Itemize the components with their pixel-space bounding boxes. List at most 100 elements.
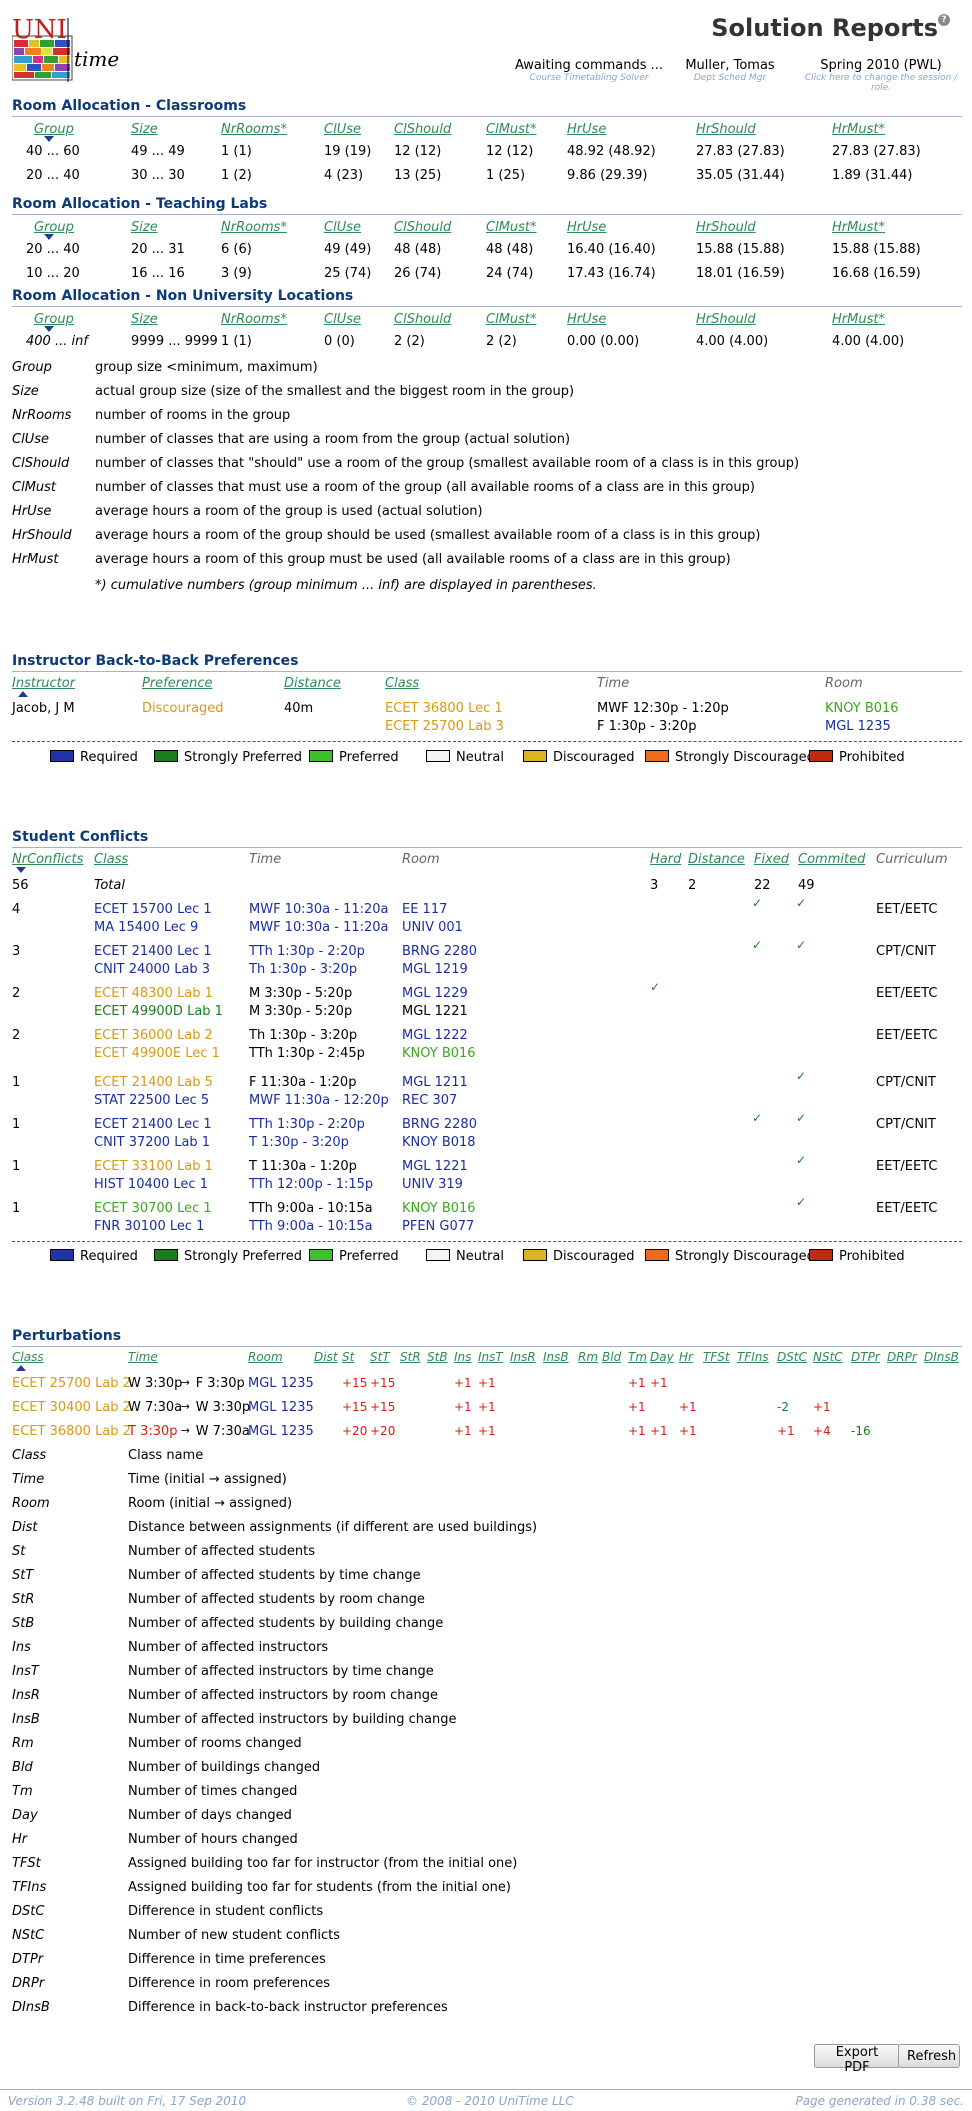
- column-header-size[interactable]: Size: [131, 122, 158, 137]
- column-header-class[interactable]: Class: [385, 676, 419, 691]
- column-header-hrshould[interactable]: HrShould: [696, 122, 756, 137]
- class-link[interactable]: ECET 30400 Lab 2: [12, 1400, 131, 1415]
- class-link[interactable]: ECET 49900D Lab 1: [94, 1004, 223, 1019]
- column-header-clmust[interactable]: ClMust*: [486, 122, 537, 137]
- class-link[interactable]: ECET 15700 Lec 1: [94, 902, 212, 917]
- class-link[interactable]: ECET 48300 Lab 1: [94, 986, 213, 1001]
- legend-description: Number of days changed: [128, 1808, 292, 1823]
- curriculum-value: CPT/CNIT: [876, 944, 936, 959]
- room-allocation-cell: 15.88 (15.88): [832, 242, 921, 257]
- class-link[interactable]: ECET 36800 Lab 2: [12, 1424, 131, 1439]
- column-header-fixed[interactable]: Fixed: [754, 852, 789, 867]
- column-header-size[interactable]: Size: [131, 220, 158, 235]
- column-header-hrshould[interactable]: HrShould: [696, 312, 756, 327]
- user-info[interactable]: Muller, Tomas Dept Sched Mgr: [680, 58, 780, 83]
- column-header-hrmust[interactable]: HrMust*: [832, 312, 885, 327]
- column-header-nrrooms[interactable]: NrRooms*: [221, 220, 287, 235]
- column-header-group[interactable]: Group: [34, 312, 74, 327]
- column-header-time[interactable]: Time: [128, 1350, 158, 1364]
- unitime-logo[interactable]: UNI time: [12, 14, 127, 84]
- column-header-nrrooms[interactable]: NrRooms*: [221, 312, 287, 327]
- column-header-tfins[interactable]: TFIns: [737, 1350, 769, 1364]
- column-header-insb[interactable]: InsB: [543, 1350, 569, 1364]
- column-header-clshould[interactable]: ClShould: [394, 220, 451, 235]
- column-header-stb[interactable]: StB: [427, 1350, 448, 1364]
- session-change-link[interactable]: Click here to change the session / role.: [796, 73, 966, 93]
- class-link[interactable]: ECET 21400 Lab 5: [94, 1075, 213, 1090]
- column-header-hruse[interactable]: HrUse: [567, 122, 606, 137]
- column-header-time[interactable]: Time: [597, 676, 629, 691]
- column-header-nrrooms[interactable]: NrRooms*: [221, 122, 287, 137]
- column-header-class[interactable]: Class: [12, 1350, 44, 1364]
- column-header-hrmust[interactable]: HrMust*: [832, 122, 885, 137]
- class-link[interactable]: STAT 22500 Lec 5: [94, 1093, 209, 1108]
- column-header-dist[interactable]: Dist: [314, 1350, 338, 1364]
- refresh-button[interactable]: Refresh: [898, 2044, 960, 2068]
- column-header-insr[interactable]: InsR: [510, 1350, 536, 1364]
- class-link[interactable]: ECET 49900E Lec 1: [94, 1046, 220, 1061]
- class-link[interactable]: FNR 30100 Lec 1: [94, 1219, 204, 1234]
- legend-description: Difference in room preferences: [128, 1976, 330, 1991]
- column-header-str[interactable]: StR: [400, 1350, 421, 1364]
- column-header-cluse[interactable]: ClUse: [324, 220, 361, 235]
- help-icon[interactable]: ?: [938, 14, 950, 26]
- column-header-stt[interactable]: StT: [370, 1350, 390, 1364]
- column-header-clshould[interactable]: ClShould: [394, 122, 451, 137]
- column-header-cluse[interactable]: ClUse: [324, 122, 361, 137]
- column-header-clshould[interactable]: ClShould: [394, 312, 451, 327]
- column-header-room[interactable]: Room: [825, 676, 863, 691]
- column-header-hr[interactable]: Hr: [679, 1350, 693, 1364]
- column-header-hard[interactable]: Hard: [650, 852, 681, 867]
- column-header-dtpr[interactable]: DTPr: [851, 1350, 880, 1364]
- column-header-hrmust[interactable]: HrMust*: [832, 220, 885, 235]
- column-header-ins[interactable]: Ins: [454, 1350, 471, 1364]
- class-link[interactable]: HIST 10400 Lec 1: [94, 1177, 208, 1192]
- column-header-group[interactable]: Group: [34, 122, 74, 137]
- perturbation-value: -16: [851, 1424, 871, 1438]
- column-header-tfst[interactable]: TFSt: [703, 1350, 730, 1364]
- column-header-class[interactable]: Class: [94, 852, 128, 867]
- column-header-nstc[interactable]: NStC: [813, 1350, 843, 1364]
- column-header-time[interactable]: Time: [249, 852, 281, 867]
- class-link[interactable]: ECET 33100 Lab 1: [94, 1159, 213, 1174]
- column-header-group[interactable]: Group: [34, 220, 74, 235]
- class-link[interactable]: ECET 30700 Lec 1: [94, 1201, 212, 1216]
- column-header-commited[interactable]: Commited: [798, 852, 865, 867]
- column-header-hruse[interactable]: HrUse: [567, 220, 606, 235]
- column-header-day[interactable]: Day: [650, 1350, 674, 1364]
- class-link[interactable]: ECET 21400 Lec 1: [94, 1117, 212, 1132]
- column-header-clmust[interactable]: ClMust*: [486, 220, 537, 235]
- column-header-room[interactable]: Room: [402, 852, 440, 867]
- class-link[interactable]: ECET 25700 Lab 2: [12, 1376, 131, 1391]
- class-link[interactable]: ECET 36000 Lab 2: [94, 1028, 213, 1043]
- session-selector[interactable]: Spring 2010 (PWL) Click here to change t…: [796, 58, 966, 93]
- column-header-hrshould[interactable]: HrShould: [696, 220, 756, 235]
- room-allocation-cell: 17.43 (16.74): [567, 266, 656, 281]
- column-header-nrconflicts[interactable]: NrConflicts: [12, 852, 83, 867]
- class-link[interactable]: CNIT 24000 Lab 3: [94, 962, 210, 977]
- column-header-hruse[interactable]: HrUse: [567, 312, 606, 327]
- column-header-dinsb[interactable]: DInsB: [924, 1350, 959, 1364]
- class-link[interactable]: ECET 25700 Lab 3: [385, 719, 504, 734]
- column-header-inst[interactable]: InsT: [478, 1350, 503, 1364]
- column-header-clmust[interactable]: ClMust*: [486, 312, 537, 327]
- column-header-cluse[interactable]: ClUse: [324, 312, 361, 327]
- column-header-preference[interactable]: Preference: [142, 676, 212, 691]
- column-header-distance[interactable]: Distance: [688, 852, 745, 867]
- export-pdf-button[interactable]: Export PDF: [814, 2044, 900, 2075]
- column-header-tm[interactable]: Tm: [628, 1350, 647, 1364]
- class-link[interactable]: CNIT 37200 Lab 1: [94, 1135, 210, 1150]
- column-header-instructor[interactable]: Instructor: [12, 676, 75, 691]
- column-header-curriculum[interactable]: Curriculum: [876, 852, 948, 867]
- column-header-distance[interactable]: Distance: [284, 676, 341, 691]
- column-header-drpr[interactable]: DRPr: [887, 1350, 917, 1364]
- class-link[interactable]: ECET 21400 Lec 1: [94, 944, 212, 959]
- column-header-bld[interactable]: Bld: [602, 1350, 621, 1364]
- column-header-st[interactable]: St: [342, 1350, 354, 1364]
- column-header-size[interactable]: Size: [131, 312, 158, 327]
- column-header-rm[interactable]: Rm: [578, 1350, 598, 1364]
- column-header-dstc[interactable]: DStC: [777, 1350, 807, 1364]
- column-header-room[interactable]: Room: [248, 1350, 283, 1364]
- class-link[interactable]: MA 15400 Lec 9: [94, 920, 198, 935]
- class-link[interactable]: ECET 36800 Lec 1: [385, 701, 503, 716]
